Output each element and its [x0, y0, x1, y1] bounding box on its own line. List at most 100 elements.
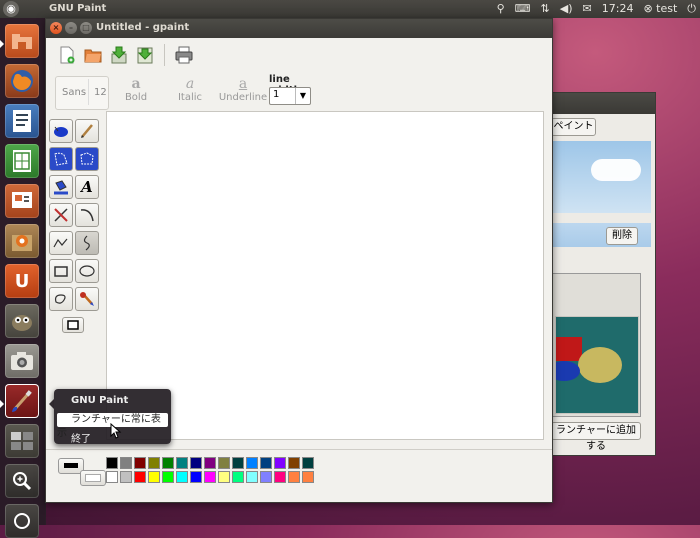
print-icon[interactable] [173, 44, 195, 66]
gimp-icon[interactable] [5, 304, 39, 338]
quit-item[interactable]: 終了 [71, 430, 91, 445]
background-color-swatch[interactable] [80, 470, 106, 486]
curve-tool-icon[interactable] [75, 203, 99, 227]
closed-freehand-tool-icon[interactable] [49, 287, 73, 311]
italic-button[interactable]: a Italic [166, 76, 214, 103]
maximize-button[interactable]: □ [80, 22, 92, 34]
save-icon[interactable] [108, 44, 130, 66]
menu-title[interactable]: GNU Paint [71, 395, 128, 406]
freehand-tool-icon[interactable] [75, 231, 99, 255]
color-swatch[interactable] [134, 471, 146, 483]
workspaces-icon[interactable] [5, 424, 39, 458]
color-swatch[interactable] [148, 457, 160, 469]
impress-icon[interactable] [5, 184, 39, 218]
chevron-down-icon[interactable]: ▼ [295, 88, 310, 104]
color-swatch[interactable] [302, 457, 314, 469]
home-folder-icon[interactable] [5, 24, 39, 58]
paintbrush-tool-icon[interactable] [75, 287, 99, 311]
color-swatch[interactable] [204, 471, 216, 483]
rectangle-tool-icon[interactable] [49, 259, 73, 283]
underline-label: Underline [218, 92, 268, 103]
minimize-button[interactable]: – [65, 22, 77, 34]
color-swatch[interactable] [260, 457, 272, 469]
color-swatch[interactable] [204, 457, 216, 469]
color-swatch[interactable] [134, 457, 146, 469]
color-swatch[interactable] [148, 471, 160, 483]
lens-icon[interactable] [5, 504, 39, 538]
color-swatch[interactable] [218, 457, 230, 469]
free-select-tool-icon[interactable] [49, 147, 73, 171]
color-swatch[interactable] [162, 457, 174, 469]
power-icon[interactable]: ⏻ [687, 2, 696, 16]
color-swatch[interactable] [106, 457, 118, 469]
color-swatch[interactable] [120, 457, 132, 469]
color-swatch[interactable] [232, 457, 244, 469]
color-swatch[interactable] [232, 471, 244, 483]
mouse-cursor-icon [110, 423, 122, 439]
color-swatch[interactable] [176, 457, 188, 469]
window-titlebar[interactable]: × – □ Untitled - gpaint [46, 19, 552, 38]
firefox-icon[interactable] [5, 64, 39, 98]
color-swatch[interactable] [246, 471, 258, 483]
background-window-titlebar[interactable] [549, 93, 655, 114]
color-swatch[interactable] [190, 457, 202, 469]
color-swatch[interactable] [302, 471, 314, 483]
ubuntu-one-icon[interactable]: U [5, 264, 39, 298]
delete-button[interactable]: 削除 [606, 227, 638, 245]
user-menu[interactable]: ⊗ test [643, 2, 677, 16]
writer-icon[interactable] [5, 104, 39, 138]
background-window[interactable]: ペイント 削除 ランチャーに追加する [548, 92, 656, 456]
color-swatch[interactable] [260, 471, 272, 483]
save-as-icon[interactable] [134, 44, 156, 66]
keyboard-icon[interactable]: ⌨ [515, 2, 531, 16]
eraser-tool-icon[interactable] [49, 203, 73, 227]
clock[interactable]: 17:24 [602, 2, 634, 16]
ellipse-tool-icon[interactable] [75, 259, 99, 283]
network-icon[interactable]: ⇅ [541, 2, 550, 16]
italic-label: Italic [177, 92, 203, 103]
underline-icon: a [238, 76, 248, 92]
color-swatch[interactable] [120, 471, 132, 483]
screenshot-thumbnail[interactable] [548, 273, 641, 417]
open-folder-icon[interactable] [82, 44, 104, 66]
polyline-tool-icon[interactable] [49, 231, 73, 255]
new-file-icon[interactable] [56, 44, 78, 66]
underline-button[interactable]: a Underline [218, 76, 268, 103]
rect-select-tool-icon[interactable] [75, 147, 99, 171]
color-swatch[interactable] [246, 457, 258, 469]
screenshot-icon[interactable] [5, 344, 39, 378]
color-swatch[interactable] [274, 471, 286, 483]
mail-icon[interactable]: ✉ [583, 2, 592, 16]
window-title: Untitled - gpaint [96, 22, 190, 33]
volume-icon[interactable]: ◀) [560, 2, 573, 16]
fill-tool-icon[interactable] [49, 175, 73, 199]
fill-mode-icon[interactable] [62, 317, 84, 333]
active-app-title: GNU Paint [49, 3, 107, 14]
running-indicator [0, 40, 4, 48]
search-icon[interactable] [5, 464, 39, 498]
close-button[interactable]: × [50, 22, 62, 34]
font-picker[interactable]: Sans 12 [55, 76, 109, 110]
paint-button[interactable]: ペイント [551, 118, 596, 136]
bold-icon: a [131, 76, 141, 92]
bold-button[interactable]: a Bold [112, 76, 160, 103]
line-width-select[interactable]: 1 ▼ [269, 87, 311, 105]
color-swatch[interactable] [190, 471, 202, 483]
pencil-tool-icon[interactable] [75, 119, 99, 143]
text-tool-icon[interactable]: A [75, 175, 99, 199]
color-swatch[interactable] [106, 471, 118, 483]
ubuntu-logo-icon[interactable]: ◉ [3, 1, 19, 17]
color-swatch[interactable] [162, 471, 174, 483]
lasso-select-tool-icon[interactable] [49, 119, 73, 143]
color-swatch[interactable] [274, 457, 286, 469]
software-center-icon[interactable] [5, 224, 39, 258]
color-swatch[interactable] [218, 471, 230, 483]
gpaint-icon[interactable] [5, 384, 39, 418]
accessibility-icon[interactable]: ⚲ [497, 2, 505, 16]
calc-icon[interactable] [5, 144, 39, 178]
color-swatch[interactable] [288, 471, 300, 483]
add-to-launcher-button[interactable]: ランチャーに追加する [551, 422, 641, 452]
drawing-canvas[interactable] [106, 111, 544, 440]
color-swatch[interactable] [176, 471, 188, 483]
color-swatch[interactable] [288, 457, 300, 469]
